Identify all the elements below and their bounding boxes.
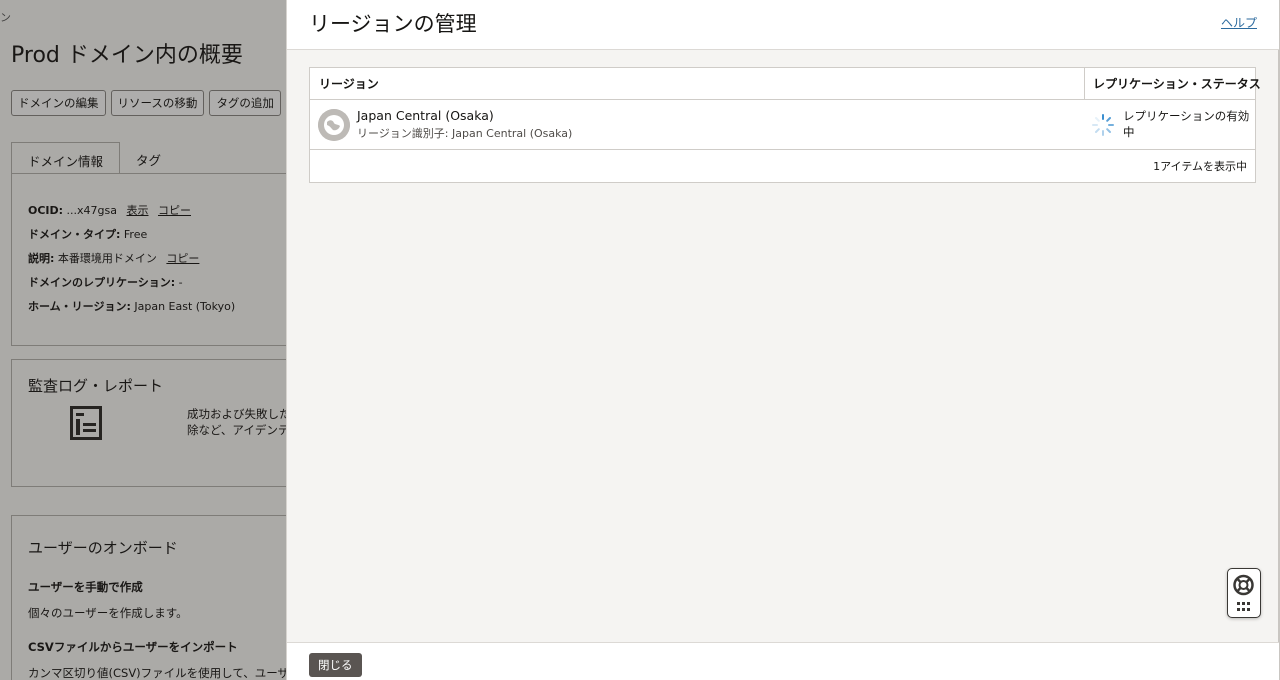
column-header-replication-status[interactable]: レプリケーション・ステータス bbox=[1084, 68, 1261, 100]
regions-table: リージョン レプリケーション・ステータス Japan Central (Osak… bbox=[309, 67, 1261, 183]
column-header-region[interactable]: リージョン bbox=[310, 68, 1084, 100]
drawer-header: リージョンの管理 ヘルプ bbox=[287, 0, 1279, 50]
replication-status: レプリケーションの有効中 bbox=[1123, 109, 1250, 139]
manage-regions-drawer: リージョンの管理 ヘルプ リージョン レプリケーション・ステータス Japan … bbox=[286, 0, 1280, 680]
region-name: Japan Central (Osaka) bbox=[357, 108, 494, 123]
table-header: リージョン レプリケーション・ステータス bbox=[310, 68, 1261, 100]
globe-icon bbox=[318, 109, 350, 141]
table-row: Japan Central (Osaka) リージョン識別子: Japan Ce… bbox=[310, 101, 1255, 150]
help-link[interactable]: ヘルプ bbox=[1221, 14, 1257, 31]
loading-spinner-icon bbox=[1092, 114, 1114, 136]
region-identifier: リージョン識別子: Japan Central (Osaka) bbox=[357, 127, 573, 140]
drawer-title: リージョンの管理 bbox=[309, 12, 477, 36]
help-lifebuoy-icon bbox=[1233, 574, 1254, 611]
drawer-footer: 閉じる bbox=[287, 642, 1279, 680]
help-widget[interactable] bbox=[1227, 568, 1261, 618]
table-item-count: 1アイテムを表示中 bbox=[1153, 160, 1247, 173]
close-button[interactable]: 閉じる bbox=[309, 653, 362, 677]
